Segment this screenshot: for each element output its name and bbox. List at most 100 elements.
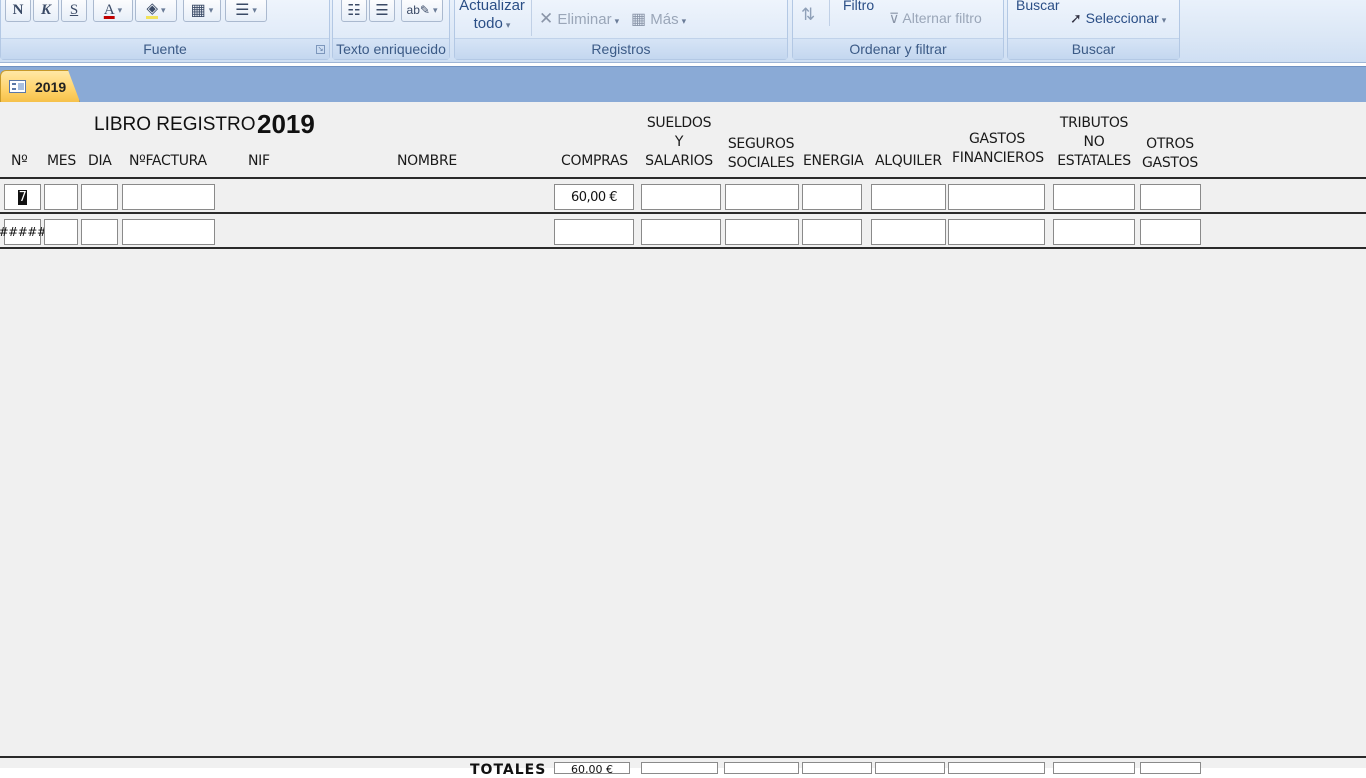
compras-field[interactable]: 60,00 € xyxy=(554,184,634,210)
ribbon-group-buscar: Buscar ➚ Seleccionar ▾ Buscar xyxy=(1007,0,1180,60)
col-header-sueldos: SUELDOS Y SALARIOS xyxy=(644,114,714,171)
fill-color-button[interactable]: ◈ ▾ xyxy=(135,0,177,22)
filter-button[interactable]: Filtro xyxy=(843,0,874,13)
form-icon xyxy=(9,80,26,93)
italic-button[interactable]: K xyxy=(33,0,59,22)
n-value: 7 xyxy=(17,189,28,205)
col-header-tributos-line3: ESTATALES xyxy=(1057,153,1131,169)
col-header-sueldos-line3: SALARIOS xyxy=(645,153,713,169)
document-tab-bar: 2019 xyxy=(0,66,1366,103)
bold-button[interactable]: N xyxy=(5,0,31,22)
toggle-filter-button[interactable]: ⊽ Alternar filtro xyxy=(889,10,982,27)
sueldos-field[interactable] xyxy=(641,184,721,210)
ribbon-group-label: Fuente xyxy=(1,38,329,59)
n-field[interactable]: ##### xyxy=(0,219,47,245)
chevron-down-icon: ▾ xyxy=(614,16,620,26)
energia-field[interactable] xyxy=(802,219,862,245)
delete-button[interactable]: ✕ Eliminar ▾ xyxy=(539,9,619,29)
total-gastos-financieros xyxy=(948,762,1045,774)
col-header-mes: MES xyxy=(47,153,76,169)
font-color-icon: A xyxy=(103,1,115,18)
nfactura-field[interactable] xyxy=(122,219,215,245)
sort-icon[interactable]: ⇅ xyxy=(801,5,815,25)
toggle-filter-label: Alternar filtro xyxy=(902,10,982,26)
form-year: 2019 xyxy=(257,109,315,139)
find-button[interactable]: Buscar xyxy=(1016,0,1060,13)
col-header-nif: NIF xyxy=(248,153,270,169)
select-button[interactable]: ➚ Seleccionar ▾ xyxy=(1070,10,1166,27)
gastos-financieros-field[interactable] xyxy=(948,219,1045,245)
col-header-alquiler: ALQUILER xyxy=(875,153,942,169)
seguros-field[interactable] xyxy=(725,184,799,210)
refresh-all-button[interactable]: Actualizar todo ▾ xyxy=(455,0,529,34)
bullet-list-button[interactable]: ☰ xyxy=(369,0,395,22)
mes-field[interactable] xyxy=(44,219,78,245)
n-field[interactable]: 7 xyxy=(4,184,41,210)
chevron-down-icon: ▾ xyxy=(432,4,438,15)
refresh-all-label-2: todo ▾ xyxy=(455,15,529,34)
mes-field[interactable] xyxy=(44,184,78,210)
alquiler-field[interactable] xyxy=(871,219,946,245)
table-row: ##### xyxy=(0,214,1366,248)
tab-label: 2019 xyxy=(35,78,67,95)
col-header-sueldos-line1: SUELDOS xyxy=(646,115,712,131)
energia-field[interactable] xyxy=(802,184,862,210)
delete-label: Eliminar xyxy=(557,11,612,28)
tab-2019[interactable]: 2019 xyxy=(0,70,80,102)
ribbon-group-label: Ordenar y filtrar xyxy=(793,38,1003,59)
more-label: Más xyxy=(650,11,679,28)
ribbon-group-label: Texto enriquecido xyxy=(333,38,449,59)
ribbon-group-registros: Actualizar todo ▾ ✕ Eliminar ▾ ▦ Más ▾ Regi… xyxy=(454,0,788,60)
dia-field[interactable] xyxy=(81,184,118,210)
col-header-nfactura: NºFACTURA xyxy=(129,153,207,169)
dia-field[interactable] xyxy=(81,219,118,245)
tributos-field[interactable] xyxy=(1053,219,1135,245)
dialog-launcher-icon[interactable]: ↘ xyxy=(316,45,325,54)
nfactura-field[interactable] xyxy=(122,184,215,210)
seguros-field[interactable] xyxy=(725,219,799,245)
total-seguros xyxy=(724,762,799,774)
totals-label: TOTALES xyxy=(470,762,547,778)
table-row: 7 60,00 € xyxy=(0,179,1366,213)
more-button[interactable]: ▦ Más ▾ xyxy=(631,9,686,29)
col-header-otros-gastos: OTROS GASTOS xyxy=(1142,135,1198,173)
paint-bucket-icon: ◈ xyxy=(146,0,158,19)
font-color-button[interactable]: A ▾ xyxy=(93,0,133,22)
col-header-seguros: SEGUROS SOCIALES xyxy=(726,135,796,173)
col-header-tributos-line2: NO xyxy=(1083,134,1105,150)
col-header-nombre: NOMBRE xyxy=(397,153,457,169)
alternate-fill-icon: ☰ xyxy=(235,2,250,19)
col-header-otros-line1: OTROS xyxy=(1146,136,1194,152)
sueldos-field[interactable] xyxy=(641,219,721,245)
chevron-down-icon: ▾ xyxy=(1161,15,1167,25)
filter-icon: ⊽ xyxy=(889,10,900,26)
separator xyxy=(531,0,532,36)
chevron-down-icon: ▾ xyxy=(681,16,687,26)
chevron-down-icon: ▾ xyxy=(208,4,214,15)
alquiler-field[interactable] xyxy=(871,184,946,210)
footer-separator xyxy=(0,756,1366,758)
total-tributos xyxy=(1053,762,1135,774)
underline-button[interactable]: S xyxy=(61,0,87,22)
chevron-down-icon: ▾ xyxy=(252,4,257,15)
col-header-seguros-line2: SOCIALES xyxy=(727,155,795,171)
highlighter-icon: ab✎ xyxy=(406,3,430,17)
gastos-financieros-field[interactable] xyxy=(948,184,1045,210)
col-header-tributos: TRIBUTOS NO ESTATALES xyxy=(1054,114,1134,171)
numbered-list-button[interactable]: ☷ xyxy=(341,0,367,22)
col-header-seguros-line1: SEGUROS xyxy=(727,136,795,152)
alternate-fill-button[interactable]: ☰ ▾ xyxy=(225,0,267,22)
bullet-list-icon: ☰ xyxy=(375,2,389,19)
compras-field[interactable] xyxy=(554,219,634,245)
gridlines-button[interactable]: ▦ ▾ xyxy=(183,0,221,22)
total-compras: 60,00 € xyxy=(554,762,630,774)
highlight-button[interactable]: ab✎ ▾ xyxy=(401,0,443,22)
otros-gastos-field[interactable] xyxy=(1140,184,1201,210)
total-sueldos xyxy=(641,762,718,774)
ribbon: N K S A ▾ ◈ ▾ ▦ ▾ ☰ ▾ Fuente ↘ ☷ ☰ ab✎ ▾… xyxy=(0,0,1366,63)
total-otros-gastos xyxy=(1140,762,1201,774)
tributos-field[interactable] xyxy=(1053,184,1135,210)
table-icon: ▦ xyxy=(631,11,647,28)
otros-gastos-field[interactable] xyxy=(1140,219,1201,245)
refresh-all-label: Actualizar xyxy=(459,0,525,14)
